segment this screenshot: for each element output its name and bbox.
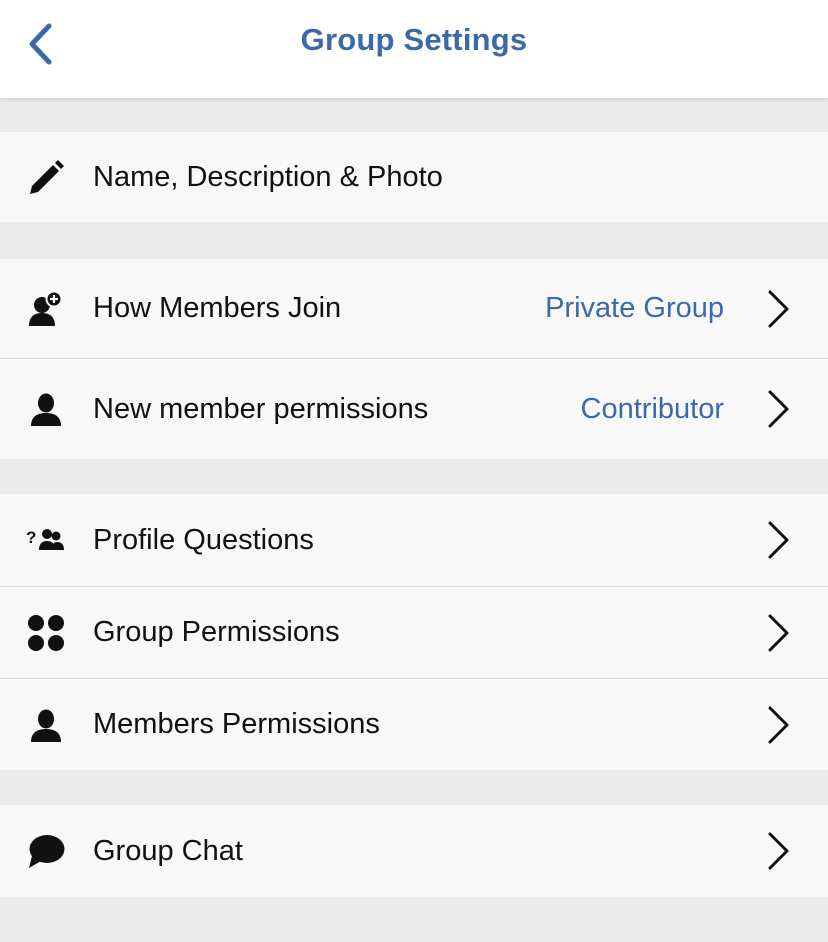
- row-label: How Members Join: [93, 292, 342, 324]
- settings-section-general: Name, Description & Photo: [0, 132, 828, 222]
- chat-bubble-icon: [26, 831, 66, 871]
- svg-text:?: ?: [26, 528, 36, 547]
- settings-row-name-description-photo[interactable]: Name, Description & Photo: [0, 132, 828, 222]
- row-value: Contributor: [580, 392, 724, 425]
- chevron-right-icon: [766, 831, 792, 871]
- group-settings-screen: Group Settings Name, Description & Photo: [0, 0, 828, 942]
- settings-row-how-members-join[interactable]: How Members Join Private Group: [0, 259, 828, 358]
- row-label: Group Permissions: [93, 616, 340, 648]
- navigation-bar: Group Settings: [0, 0, 828, 98]
- row-label: Profile Questions: [93, 523, 314, 556]
- settings-row-members-permissions[interactable]: Members Permissions: [0, 678, 828, 770]
- settings-section-chat: Group Chat: [0, 805, 828, 897]
- four-dots-icon: [26, 613, 66, 653]
- chevron-right-icon: [766, 613, 792, 653]
- chevron-right-icon: [766, 289, 792, 329]
- row-value: Private Group: [545, 292, 724, 324]
- settings-row-new-member-permissions[interactable]: New member permissions Contributor: [0, 358, 828, 459]
- settings-row-group-chat[interactable]: Group Chat: [0, 805, 828, 897]
- settings-row-profile-questions[interactable]: ? Profile Questions: [0, 494, 828, 586]
- chevron-right-icon: [766, 520, 792, 560]
- page-title: Group Settings: [300, 22, 528, 57]
- row-label: Name, Description & Photo: [93, 160, 443, 193]
- settings-row-group-permissions[interactable]: Group Permissions: [0, 586, 828, 678]
- group-question-icon: ?: [26, 520, 66, 560]
- chevron-right-icon: [766, 705, 792, 745]
- user-icon: [26, 705, 66, 745]
- row-label: New member permissions: [93, 392, 429, 425]
- settings-section-membership: How Members Join Private Group New membe…: [0, 259, 828, 459]
- row-label: Members Permissions: [93, 708, 380, 740]
- row-label: Group Chat: [93, 834, 243, 867]
- settings-section-permissions: ? Profile Questions Group Permissions Me…: [0, 494, 828, 770]
- user-icon: [26, 389, 66, 429]
- user-add-icon: [26, 289, 66, 329]
- chevron-right-icon: [766, 389, 792, 429]
- pencil-icon: [26, 157, 66, 197]
